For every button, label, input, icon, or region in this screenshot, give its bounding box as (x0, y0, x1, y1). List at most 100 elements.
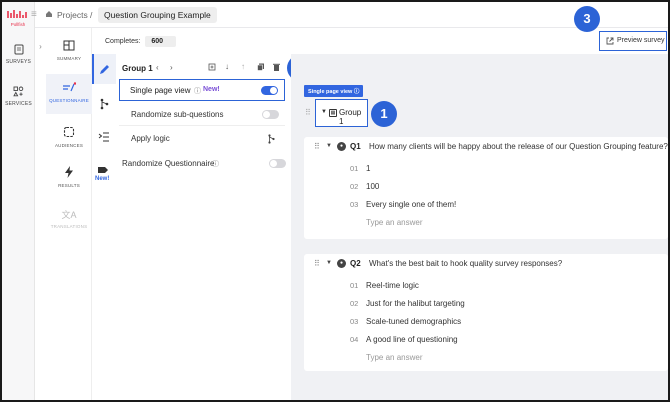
nav-results[interactable]: RESULTS (46, 166, 92, 188)
nav-summary[interactable]: SUMMARY (46, 40, 92, 61)
expand-chevron-icon[interactable]: › (36, 42, 45, 55)
breadcrumb-current: Question Grouping Example (98, 7, 217, 23)
tool-edit[interactable] (92, 54, 116, 84)
rail-item-surveys[interactable]: SURVEYS (2, 44, 35, 65)
group-settings-panel: Group 1 ‹ › ↓ ↑ Single page view ⓘ New! … (116, 54, 291, 400)
preview-survey-label: Preview survey (617, 37, 665, 44)
add-to-group-icon[interactable] (208, 63, 216, 73)
services-icon (13, 86, 24, 97)
collapse-caret-icon[interactable]: ▼ (326, 143, 332, 149)
randomize-questionnaire-row: Randomize Questionnaire ⓘ (116, 156, 289, 174)
single-page-view-toggle[interactable] (261, 86, 278, 95)
q1-answer-input[interactable]: Type an answer (366, 218, 422, 227)
rail-label-services: SERVICES (5, 101, 32, 107)
list-item: 04 A good line of questioning (350, 335, 458, 344)
single-page-view-badge: Single page view ⓘ (304, 85, 364, 97)
chevron-right-icon[interactable]: › (170, 63, 173, 72)
option-number: 01 (350, 281, 359, 290)
drag-handle-icon[interactable]: ⠿ (305, 108, 311, 117)
summary-icon (63, 40, 75, 51)
option-number: 01 (350, 164, 359, 173)
q2-id: Q2 (350, 259, 361, 268)
option-text: 1 (366, 164, 371, 173)
menu-icon[interactable]: ≡ (31, 9, 37, 20)
randomize-sub-row: Randomize sub-questions (119, 104, 285, 126)
group-icon: ▦ (329, 109, 337, 117)
section-nav: SUMMARY QUESTIONNAIRE AUDIENCES RESULTS … (46, 28, 92, 400)
randomize-sub-toggle[interactable] (262, 110, 279, 119)
rail-item-services[interactable]: SERVICES (2, 86, 35, 107)
trash-icon[interactable] (273, 63, 280, 73)
tag-icon (98, 167, 109, 173)
completes-row: Completes: 600 (105, 36, 177, 47)
question-card-q1[interactable]: ⠿ ▼ ● Q1 How many clients will be happy … (304, 137, 668, 239)
question-type-icon: ● (337, 142, 346, 151)
badge-label: Single page view (308, 89, 353, 95)
document-icon (14, 44, 23, 55)
q1-id: Q1 (350, 142, 361, 151)
drag-handle-icon[interactable]: ⠿ (314, 259, 320, 268)
apply-logic-row[interactable]: Apply logic (119, 128, 285, 150)
home-icon[interactable] (45, 10, 53, 20)
app-window: Pollfish SURVEYS SERVICES › ≡ Projects /… (0, 0, 670, 402)
single-page-view-label: Single page view (130, 86, 191, 95)
chevron-left-icon[interactable]: ‹ (156, 63, 159, 72)
panel-group-title: Group 1 (122, 64, 153, 73)
preview-survey-button[interactable]: Preview survey (599, 31, 667, 51)
q2-answer-input[interactable]: Type an answer (366, 353, 422, 362)
arrow-down-icon[interactable]: ↓ (225, 62, 229, 71)
single-page-view-row[interactable]: Single page view ⓘ New! (119, 79, 285, 101)
question-type-icon: ● (337, 259, 346, 268)
option-text: Just for the halibut targeting (366, 299, 465, 308)
randomize-sub-label: Randomize sub-questions (131, 110, 224, 119)
nav-translations[interactable]: 文A TRANSLATIONS (46, 208, 92, 229)
group-1-label: Group 1 (339, 108, 362, 126)
duplicate-icon[interactable] (257, 63, 265, 73)
tool-labels[interactable]: New! (95, 166, 110, 182)
new-tag: New! (203, 86, 220, 93)
branch-logic-icon[interactable] (100, 98, 109, 112)
nav-results-label: RESULTS (58, 183, 80, 188)
logic-branch-icon (268, 134, 275, 144)
collapse-caret-icon[interactable]: ▼ (326, 260, 332, 266)
audiences-icon (63, 126, 75, 138)
questionnaire-canvas: Single page view ⓘ ⠿ ▼ ▦ Group 1 1 ⠿ ▼ ●… (291, 54, 668, 400)
pencil-icon (100, 65, 109, 74)
option-text: 100 (366, 182, 380, 191)
group-1-header[interactable]: ▼ ▦ Group 1 (315, 99, 368, 127)
indent-list-icon[interactable] (98, 132, 110, 144)
breadcrumb-separator: / (90, 10, 93, 20)
nav-summary-label: SUMMARY (56, 56, 82, 61)
nav-audiences-label: AUDIENCES (54, 143, 84, 148)
tool-column: New! (92, 54, 116, 400)
option-text: Scale-tuned demographics (366, 317, 462, 326)
info-icon[interactable]: ⓘ (194, 86, 201, 96)
randomize-questionnaire-toggle[interactable] (269, 159, 286, 168)
list-item: 01 Reel-time logic (350, 281, 419, 290)
info-icon[interactable]: ⓘ (212, 159, 219, 169)
tool-new-badge: New! (95, 176, 110, 182)
rail-label-surveys: SURVEYS (5, 59, 32, 65)
lightning-icon (65, 166, 73, 178)
left-rail: Pollfish SURVEYS SERVICES (2, 2, 35, 400)
option-number: 02 (350, 299, 359, 308)
option-text: Reel-time logic (366, 281, 419, 290)
option-text: Every single one of them! (366, 200, 457, 209)
list-item: 01 1 (350, 164, 370, 173)
callout-3: 3 (574, 6, 600, 32)
q1-text: How many clients will be happy about the… (369, 142, 668, 151)
question-card-q2[interactable]: ⠿ ▼ ● Q2 What's the best bait to hook qu… (304, 254, 668, 371)
completes-input[interactable]: 600 (145, 36, 177, 47)
breadcrumb-projects[interactable]: Projects (57, 10, 88, 20)
nav-audiences[interactable]: AUDIENCES (46, 126, 92, 148)
drag-handle-icon[interactable]: ⠿ (314, 142, 320, 151)
list-item: 03 Every single one of them! (350, 200, 456, 209)
external-link-icon (606, 37, 614, 45)
collapse-caret-icon[interactable]: ▼ (321, 109, 327, 115)
nav-questionnaire-label: QUESTIONNAIRE (49, 98, 89, 103)
translate-icon: 文A (61, 210, 77, 220)
nav-questionnaire[interactable]: QUESTIONNAIRE (46, 74, 92, 114)
list-item: 02 100 (350, 182, 379, 191)
brand-logo[interactable]: Pollfish (6, 8, 30, 27)
arrow-up-icon[interactable]: ↑ (241, 62, 245, 71)
